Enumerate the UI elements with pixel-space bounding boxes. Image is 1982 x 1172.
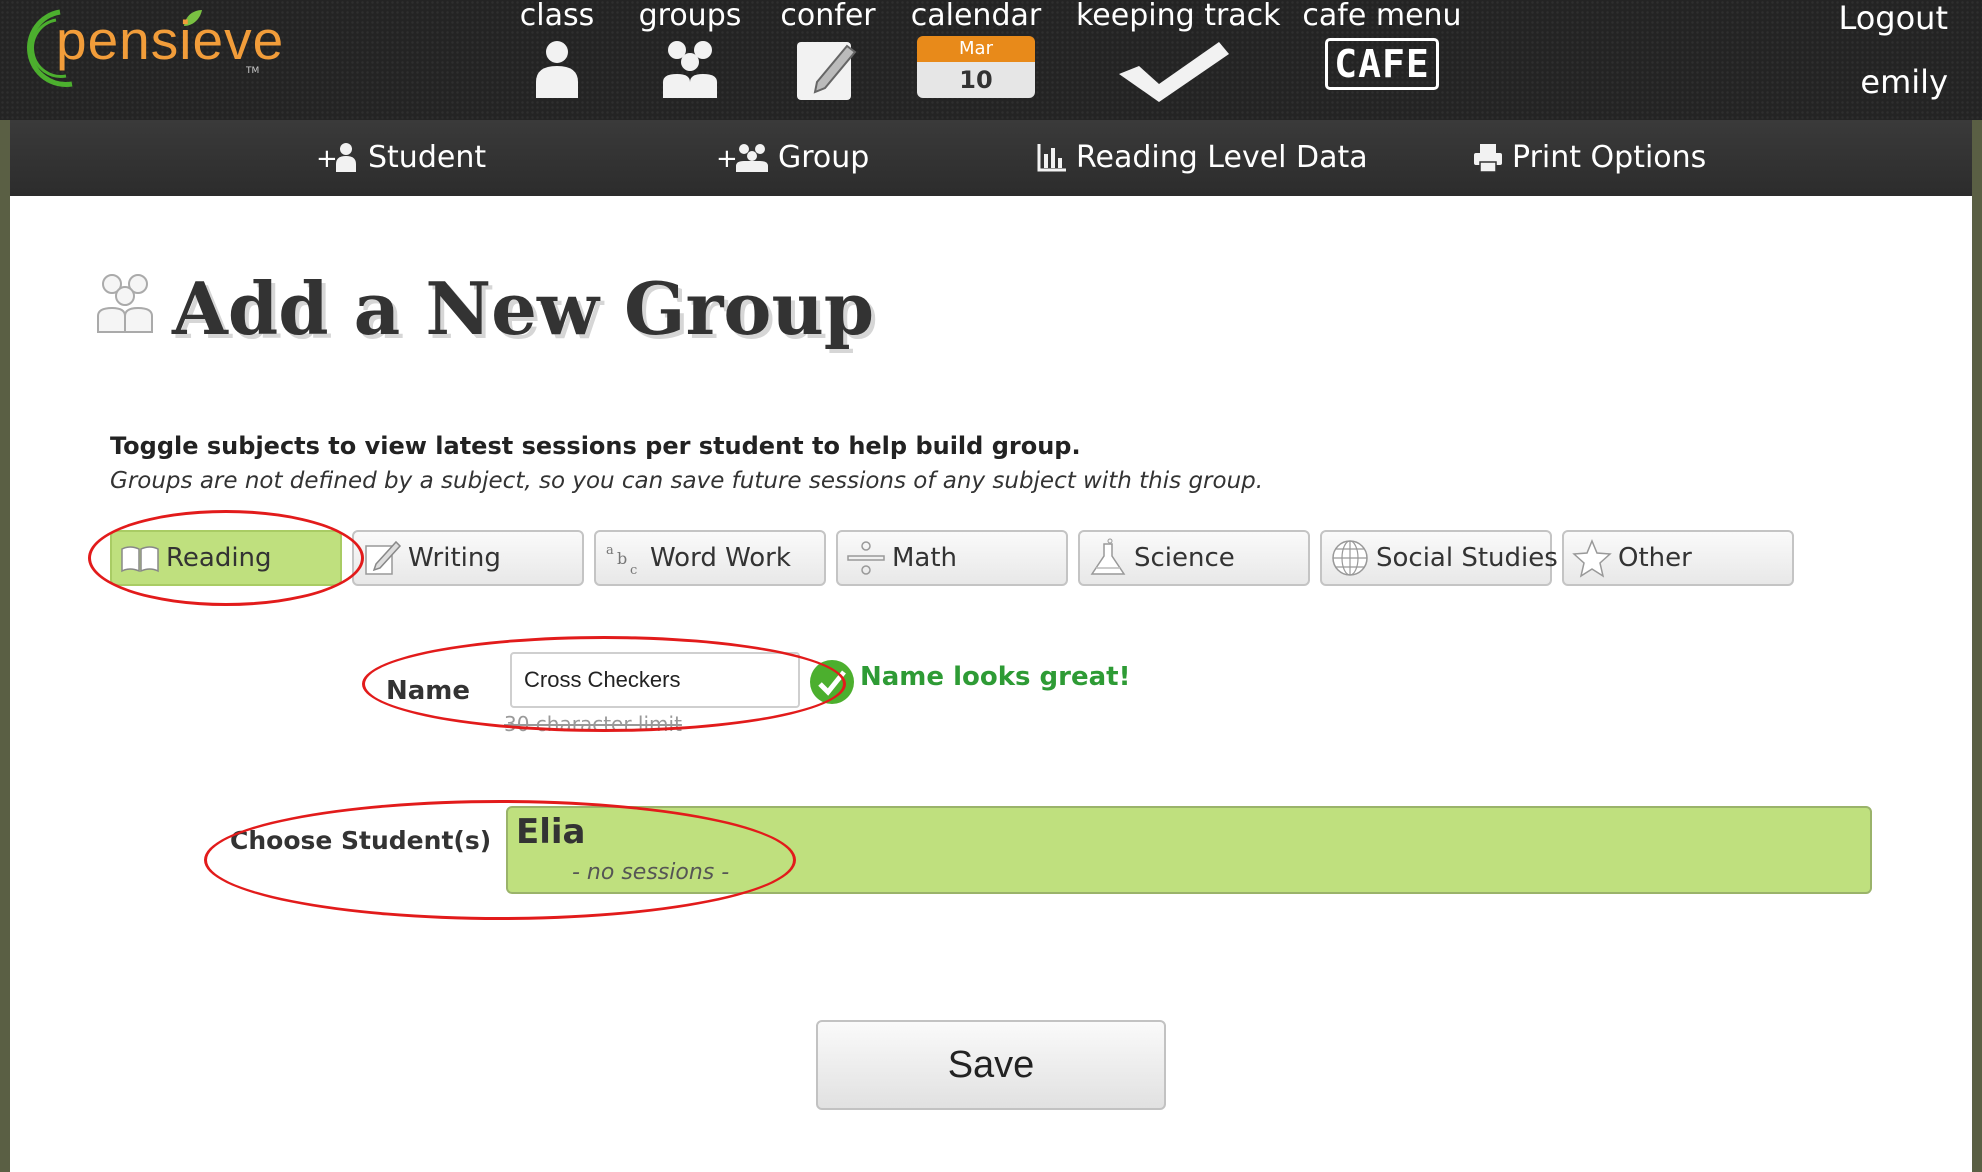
student-sessions: - no sessions - xyxy=(572,860,730,885)
subject-toggle-math[interactable]: Math xyxy=(836,530,1068,586)
choose-students-label: Choose Student(s) xyxy=(230,826,492,855)
paper-pencil-icon xyxy=(365,540,402,575)
checkmark-circle-icon xyxy=(810,660,854,704)
calendar-icon: Mar 10 xyxy=(917,36,1035,98)
name-validation-message: Name looks great! xyxy=(860,662,1131,692)
calendar-day: 10 xyxy=(917,62,1035,98)
subject-toggle-other[interactable]: Other xyxy=(1562,530,1794,586)
group-name-input[interactable] xyxy=(510,652,800,708)
student-item[interactable]: Elia - no sessions - xyxy=(508,808,808,892)
nav-groups[interactable]: groups xyxy=(632,0,748,100)
flask-icon xyxy=(1090,538,1126,575)
main-content: Add a New Group Toggle subjects to view … xyxy=(10,196,1972,1172)
top-navigation-bar: pensieve TM class groups confer calendar… xyxy=(0,0,1982,120)
logout-link[interactable]: Logout xyxy=(1838,0,1948,36)
username: emily xyxy=(1860,63,1948,101)
person-icon xyxy=(536,41,578,98)
svg-text:b: b xyxy=(617,549,627,568)
instructions: Toggle subjects to view latest sessions … xyxy=(110,432,1081,460)
notepad-pencil-icon xyxy=(797,42,857,100)
save-button[interactable]: Save xyxy=(816,1020,1166,1110)
add-student-icon: + xyxy=(316,143,356,174)
nav-keeping-track[interactable]: keeping track xyxy=(1076,0,1281,104)
student-list: Elia - no sessions - xyxy=(506,806,1872,894)
nav-calendar[interactable]: calendar Mar 10 xyxy=(906,0,1046,98)
divide-icon xyxy=(847,541,885,575)
group-icon xyxy=(663,41,717,98)
reading-level-data-button[interactable]: Reading Level Data xyxy=(1036,138,1368,178)
subject-toggle-word-work[interactable]: a b c Word Work xyxy=(594,530,826,586)
subject-toggle-reading[interactable]: Reading xyxy=(110,530,342,586)
svg-text:a: a xyxy=(606,543,614,558)
nav-confer[interactable]: confer xyxy=(778,0,878,102)
add-group-icon: + xyxy=(716,144,768,174)
checkmark-icon xyxy=(1119,42,1229,102)
star-icon xyxy=(1572,539,1612,578)
add-student-button[interactable]: + Student xyxy=(316,138,486,178)
add-group-button[interactable]: + Group xyxy=(716,138,869,178)
subject-toggle-social-studies[interactable]: Social Studies xyxy=(1320,530,1558,586)
page-title: Add a New Group xyxy=(172,266,875,351)
cafe-icon: CAFE xyxy=(1325,38,1439,90)
printer-icon xyxy=(1474,144,1502,173)
instructions-note: Groups are not defined by a subject, so … xyxy=(110,468,1264,494)
book-icon xyxy=(121,546,159,573)
pensieve-logo[interactable]: pensieve TM xyxy=(12,4,312,90)
group-icon xyxy=(97,274,153,333)
svg-text:+: + xyxy=(716,144,738,174)
nav-cafe-menu[interactable]: cafe menu CAFE xyxy=(1302,0,1462,90)
action-bar: + Student + Group Reading Level Data Pri… xyxy=(10,120,1972,196)
character-limit-hint: 30 character limit xyxy=(504,712,682,736)
subject-toggle-writing[interactable]: Writing xyxy=(352,530,584,586)
svg-text:c: c xyxy=(630,563,637,576)
bar-chart-icon xyxy=(1037,144,1066,172)
name-label: Name xyxy=(386,676,471,706)
print-options-button[interactable]: Print Options xyxy=(1472,138,1706,178)
subject-toggle-science[interactable]: Science xyxy=(1078,530,1310,586)
nav-class[interactable]: class xyxy=(512,0,602,100)
globe-icon xyxy=(1332,540,1368,576)
calendar-month: Mar xyxy=(917,36,1035,62)
abc-icon: a b c xyxy=(606,543,637,576)
svg-text:+: + xyxy=(316,144,338,174)
student-name: Elia xyxy=(516,812,586,852)
